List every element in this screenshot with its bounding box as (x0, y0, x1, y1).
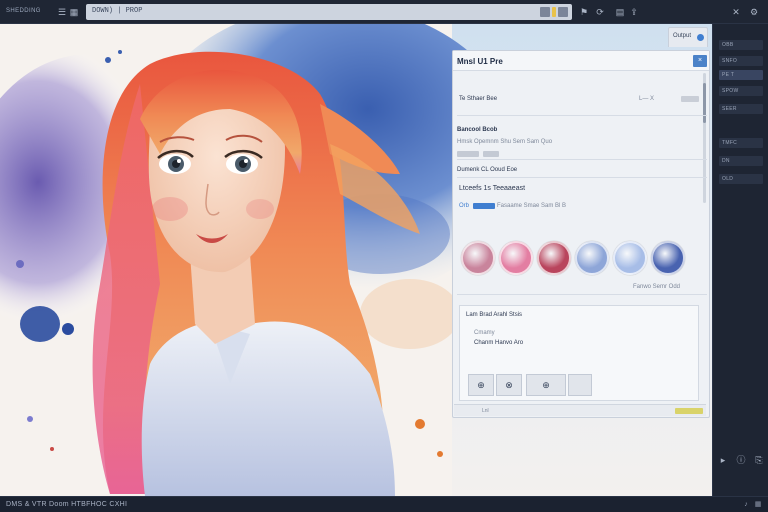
section3-progress[interactable] (473, 203, 495, 209)
share-icon[interactable]: ⇪ (628, 6, 640, 18)
row-label: Te Sthaer Bee (459, 96, 497, 102)
swatch-light-blue[interactable] (613, 241, 647, 275)
swatch-crimson[interactable] (537, 241, 571, 275)
panel-title: Mnsl U1 Pre (457, 57, 503, 66)
section2-title: Dumenk CL Ooud Eoe (457, 167, 518, 173)
sidebar-item-4[interactable]: SPOW (719, 86, 763, 96)
section1-chip[interactable] (483, 151, 499, 157)
settings-icon[interactable]: ⚙ (748, 6, 760, 18)
panel-footer: Lnl (454, 404, 706, 416)
sidebar-item-1[interactable]: OBB (719, 40, 763, 50)
sidebar-item-5[interactable]: SEER (719, 104, 763, 114)
close-icon[interactable]: × (693, 55, 707, 67)
sidebar-item-7[interactable]: DN (719, 156, 763, 166)
properties-panel: Mnsl U1 Pre × Te Sthaer Bee L— X Bancool… (452, 50, 710, 418)
sidebar-item-3[interactable]: PE T (719, 70, 763, 80)
action-button-3[interactable]: ⊕ (526, 374, 566, 396)
action-button-1[interactable]: ⊕ (468, 374, 494, 396)
app-window: SHEDDING ☰ ▦ DOWN) | PROP ⚑ ⟳ ▤ ⇪ ✕ ⚙ Ou… (0, 0, 768, 512)
divider (457, 159, 707, 160)
sidebar-item-6[interactable]: TMFC (719, 138, 763, 148)
row-label-text: Te Sthaer Bee (459, 96, 498, 102)
divider (457, 115, 707, 116)
status-bar: DMS & VTR Doom HTBFHOC CXHI ♪ ▦ (0, 496, 768, 512)
address-text: DOWN) | PROP (92, 7, 143, 15)
divider (457, 294, 707, 295)
apply-button[interactable] (675, 408, 703, 414)
close-window-icon[interactable]: ✕ (730, 6, 742, 18)
right-sidebar: OBB SNFO PE T SPOW SEER TMFC DN OLD ▸ ⓘ … (712, 24, 768, 496)
address-controls (540, 7, 568, 17)
section3-tag[interactable]: Orb (459, 203, 469, 209)
bell-icon[interactable]: ♪ (742, 501, 750, 509)
panel-scrollbar[interactable] (703, 73, 706, 203)
top-toolbar: SHEDDING ☰ ▦ DOWN) | PROP ⚑ ⟳ ▤ ⇪ ✕ ⚙ (0, 0, 768, 24)
section1-title: Bancool Bcob (457, 127, 498, 133)
grid-icon[interactable]: ▦ (754, 501, 762, 509)
notes-label: Lam Brad Arahl Stsis (466, 312, 523, 318)
grid-icon[interactable]: ▦ (68, 6, 80, 18)
bookmark-icon[interactable]: ⚑ (578, 6, 590, 18)
arrow-icon[interactable]: ▸ (717, 454, 729, 466)
panel-tab-dot-icon (697, 34, 704, 41)
section3-line: Fasaame Smae Sam Bl B (497, 203, 567, 209)
swatch-periwinkle[interactable] (575, 241, 609, 275)
section1-chip[interactable] (457, 151, 479, 157)
reload-icon[interactable]: ⟳ (594, 6, 606, 18)
panel-header: Mnsl U1 Pre × (453, 51, 709, 71)
swatch-caption: Fanwo Semr Odd (633, 284, 681, 290)
swatch-mauve[interactable] (461, 241, 495, 275)
section1-line: Hmsk Opemnm Shu Sem Sam Quo (457, 139, 553, 145)
row-chip[interactable] (681, 96, 699, 102)
save-icon[interactable]: ▤ (614, 6, 626, 18)
footer-text: Lnl (482, 408, 489, 414)
swatch-pink[interactable] (499, 241, 533, 275)
panel-tab-label: Output (673, 33, 692, 39)
notes-line2: Chanm Hanvo Aro (474, 340, 524, 346)
panel-tab-output[interactable]: Output (668, 27, 708, 47)
app-brand: SHEDDING (6, 8, 41, 14)
section3-title: Ltceefs 1s Teeaaeast (459, 185, 526, 192)
info-icon[interactable]: ⓘ (735, 454, 747, 466)
notes-line1: Cmamy (474, 330, 495, 336)
link-icon[interactable]: ⎘ (753, 454, 765, 466)
sidebar-item-2[interactable]: SNFO (719, 56, 763, 66)
swatch-navy[interactable] (651, 241, 685, 275)
sidebar-item-8[interactable]: OLD (719, 174, 763, 184)
row-value[interactable]: L— X (639, 96, 654, 102)
divider (457, 177, 707, 178)
action-button-2[interactable]: ⊗ (496, 374, 522, 396)
menu-icon[interactable]: ☰ (56, 6, 68, 18)
address-bar[interactable]: DOWN) | PROP (86, 4, 572, 20)
status-text: DMS & VTR Doom HTBFHOC CXHI (6, 501, 128, 508)
action-button-4[interactable] (568, 374, 592, 396)
